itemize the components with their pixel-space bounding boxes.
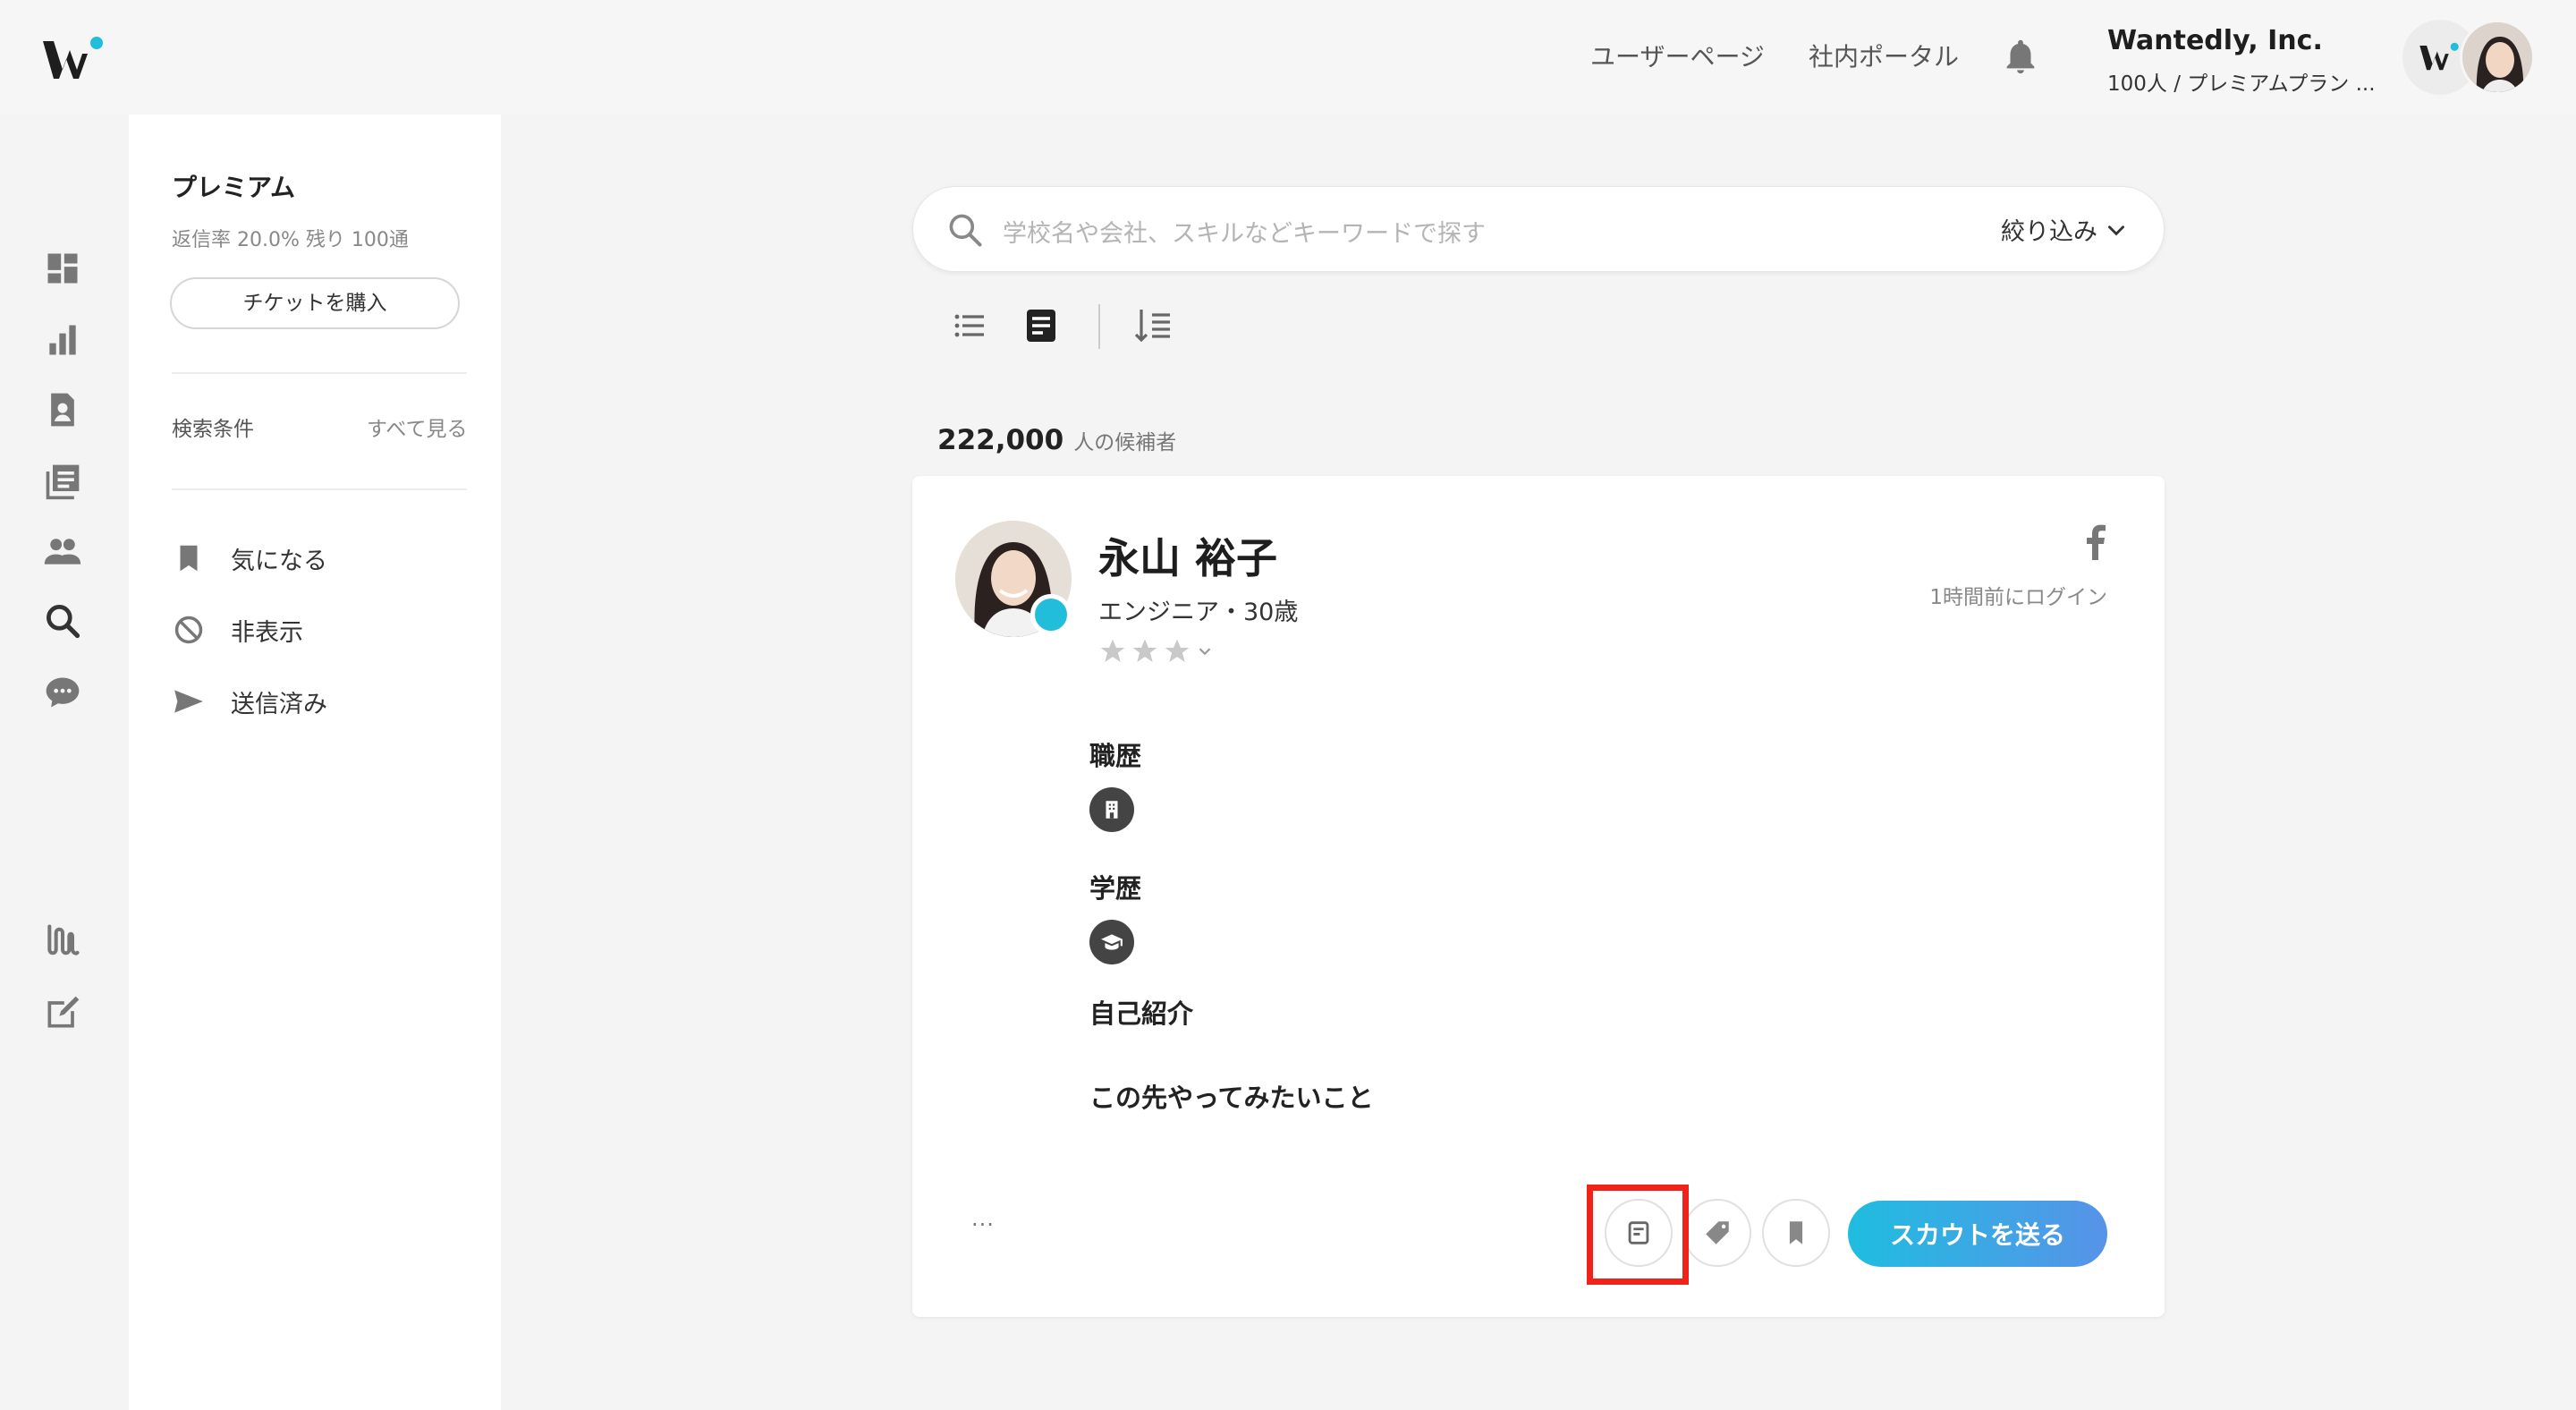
view-separator — [1098, 304, 1100, 349]
facebook-icon[interactable] — [2084, 524, 2106, 560]
buy-ticket-button[interactable]: チケットを購入 — [170, 277, 460, 329]
tag-icon — [1706, 1221, 1729, 1244]
top-bar: ユーザーページ 社内ポータル Wantedly, Inc. 100人 / プレミ… — [0, 0, 2576, 115]
chevron-down-icon — [1199, 648, 1211, 656]
education-heading: 学歴 — [1089, 873, 1142, 904]
self-intro-heading: 自己紹介 — [1089, 998, 1194, 1029]
filter-dropdown[interactable]: 絞り込み — [2001, 212, 2128, 247]
keyword-search-bar[interactable]: 学校名や会社、スキルなどキーワードで探す 絞り込み — [912, 186, 2165, 272]
dashboard-icon[interactable] — [43, 249, 82, 288]
online-status-dot — [1030, 594, 1072, 635]
sidebar-divider — [172, 372, 467, 374]
wantedly-logo[interactable] — [41, 34, 107, 84]
sidebar-item-sent[interactable]: 送信済み — [172, 682, 476, 721]
internal-portal-link[interactable]: 社内ポータル — [1809, 38, 1959, 73]
sidebar-item-label: 非表示 — [231, 618, 303, 647]
result-count-unit: 人の候補者 — [1073, 431, 1177, 454]
star-icon — [1100, 639, 1125, 662]
last-login: 1時間前にログイン — [1929, 586, 2107, 609]
bookmark-button[interactable] — [1762, 1199, 1830, 1267]
company-plan: 100人 / プレミアムプラン ... — [2107, 72, 2376, 96]
wantedly-hub-icon[interactable] — [43, 922, 82, 961]
more-options-button[interactable]: ... — [971, 1206, 995, 1231]
search-input[interactable]: 学校名や会社、スキルなどキーワードで探す — [1003, 214, 1486, 249]
user-avatar[interactable] — [2460, 20, 2535, 95]
hide-icon — [174, 616, 203, 644]
search-sidebar: プレミアム 返信率 20.0% 残り 100通 チケットを購入 検索条件 すべて… — [129, 115, 501, 1410]
profile-document-icon[interactable] — [43, 390, 82, 429]
analytics-icon[interactable] — [43, 320, 82, 360]
chevron-down-icon — [2108, 225, 2124, 235]
notification-bell-icon[interactable] — [2000, 36, 2041, 77]
tag-button[interactable] — [1683, 1199, 1751, 1267]
star-icon — [1165, 639, 1190, 662]
star-icon — [1132, 639, 1157, 662]
plan-title: プレミアム — [172, 173, 296, 202]
send-scout-button[interactable]: スカウトを送る — [1848, 1201, 2107, 1267]
compose-icon[interactable] — [43, 993, 82, 1032]
messages-icon[interactable] — [43, 673, 82, 712]
graduation-cap-icon — [1089, 920, 1134, 964]
send-icon — [174, 690, 203, 713]
company-building-icon — [1089, 787, 1134, 832]
people-icon[interactable] — [43, 531, 82, 571]
sidebar-item-label: 気になる — [231, 547, 327, 575]
search-conditions-label: 検索条件 — [172, 418, 254, 441]
user-page-link[interactable]: ユーザーページ — [1590, 38, 1765, 73]
see-all-link[interactable]: すべて見る — [367, 412, 467, 442]
result-count-number: 222,000 — [937, 424, 1064, 456]
wantedly-small-logo-icon — [2419, 42, 2459, 71]
candidate-role-age: エンジニア・30歳 — [1098, 599, 1299, 626]
sort-icon[interactable] — [1132, 304, 1175, 347]
card-view-icon[interactable] — [1020, 304, 1063, 347]
sidebar-item-bookmarked[interactable]: 気になる — [172, 539, 476, 578]
articles-icon[interactable] — [43, 462, 82, 501]
candidate-name[interactable]: 永山 裕子 — [1098, 526, 1277, 585]
sidebar-divider — [172, 488, 467, 490]
search-icon — [949, 214, 982, 247]
left-rail — [0, 115, 129, 1410]
sidebar-item-hidden[interactable]: 非表示 — [172, 610, 476, 650]
work-history-heading: 職歴 — [1089, 741, 1142, 771]
list-view-icon[interactable] — [948, 304, 991, 347]
company-name: Wantedly, Inc. — [2107, 25, 2323, 56]
result-count: 222,000 人の候補者 — [937, 424, 1176, 456]
filter-label: 絞り込み — [2001, 218, 2097, 246]
want-to-do-heading: この先やってみたいこと — [1089, 1083, 1374, 1113]
bookmark-icon — [180, 545, 198, 572]
candidate-card[interactable]: 永山 裕子 エンジニア・30歳 1時間前にログイン 職歴 学歴 自己紹介 この先… — [912, 476, 2165, 1317]
search-nav-icon[interactable] — [43, 601, 82, 641]
bookmark-icon — [1789, 1221, 1803, 1244]
sidebar-item-label: 送信済み — [231, 690, 327, 718]
highlight-annotation-box — [1587, 1185, 1689, 1285]
rating-stars[interactable] — [1098, 637, 1218, 666]
reply-rate-remaining: 返信率 20.0% 残り 100通 — [172, 229, 409, 251]
